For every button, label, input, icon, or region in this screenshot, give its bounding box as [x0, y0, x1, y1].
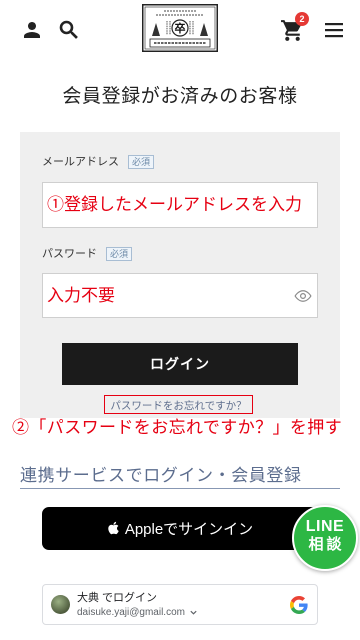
logo-mark-text: 卒: [175, 21, 186, 35]
password-required-badge: 必須: [106, 247, 133, 261]
apple-sign-in-button[interactable]: Appleでサインイン: [42, 507, 318, 550]
logo-graphic: 卒: [142, 4, 218, 52]
email-field[interactable]: ①登録したメールアドレスを入力: [42, 182, 318, 228]
email-label-row: メールアドレス 必須: [42, 154, 155, 170]
eye-icon[interactable]: [293, 287, 313, 305]
apple-sign-in-label: Appleでサインイン: [124, 521, 254, 538]
google-sign-in-button[interactable]: 大典 でログイン daisuke.yaji@gmail.com: [42, 584, 318, 625]
hamburger-menu-icon[interactable]: [324, 20, 344, 40]
social-heading-underline: [20, 488, 340, 489]
email-required-badge: 必須: [128, 155, 155, 169]
line-chat-label-top: LINE: [305, 518, 345, 535]
user-icon-graphic: [24, 22, 40, 38]
social-login-heading: 連携サービスでログイン・会員登録: [20, 466, 302, 485]
google-g-icon: [290, 596, 308, 614]
search-icon[interactable]: [57, 18, 81, 42]
password-label: パスワード: [42, 248, 97, 260]
password-field[interactable]: 入力不要: [42, 273, 318, 318]
search-icon-graphic: [59, 20, 78, 39]
cart-count-badge: 2: [295, 12, 309, 26]
login-button[interactable]: ログイン: [62, 343, 298, 385]
google-account-email-row: daisuke.yaji@gmail.com: [77, 606, 198, 619]
user-icon[interactable]: [20, 18, 44, 42]
password-label-row: パスワード 必須: [42, 246, 133, 262]
line-chat-label-bottom: 相談: [308, 536, 345, 553]
email-field-value: ①登録したメールアドレスを入力: [47, 195, 302, 214]
eye-icon-graphic: [294, 290, 312, 302]
google-account-email: daisuke.yaji@gmail.com: [77, 607, 185, 618]
google-account-name: 大典 でログイン: [77, 592, 158, 604]
forgot-link-highlight-box: パスワードをお忘れですか？: [104, 395, 253, 414]
logo-bottom-band: [149, 38, 211, 48]
login-panel: メールアドレス 必須 ①登録したメールアドレスを入力 パスワード 必須 入力不要…: [20, 132, 340, 418]
avatar: [51, 595, 70, 614]
apple-icon: [108, 521, 119, 534]
instruction-text: ②「パスワードをお忘れですか？」を押す: [12, 418, 343, 437]
chevron-down-icon: [190, 610, 197, 615]
site-header: 卒 2: [0, 0, 360, 58]
logo-emblem: 卒: [171, 19, 189, 37]
site-logo[interactable]: 卒: [142, 4, 218, 52]
forgot-password-link[interactable]: パスワードをお忘れですか？: [110, 401, 246, 412]
password-field-value: 入力不要: [47, 286, 115, 305]
line-chat-button[interactable]: LINE 相談: [292, 505, 358, 571]
menu-icon-graphic: [325, 23, 343, 38]
page-title: 会員登録がお済みのお客様: [62, 86, 298, 107]
email-label: メールアドレス: [42, 156, 119, 168]
